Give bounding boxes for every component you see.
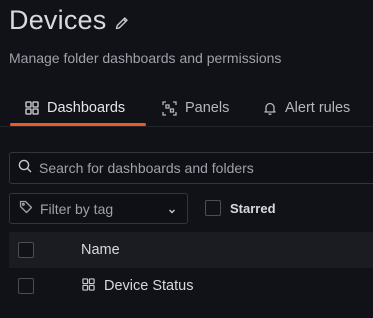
tab-panels[interactable]: Panels [162, 90, 229, 126]
tag-filter-placeholder: Filter by tag [40, 200, 114, 217]
tag-filter-select[interactable]: Filter by tag [9, 193, 188, 224]
page-header: Devices [9, 5, 130, 36]
page-title: Devices [9, 5, 107, 35]
tab-bar: Dashboards Panels Alert rules [0, 90, 373, 127]
bell-icon [263, 101, 277, 115]
table-row[interactable]: Device Status [9, 268, 373, 304]
search-icon [18, 159, 32, 178]
column-header-name[interactable]: Name [81, 242, 120, 258]
starred-filter[interactable]: Starred [205, 200, 276, 216]
select-all-checkbox[interactable] [18, 242, 34, 258]
pencil-icon[interactable] [114, 15, 130, 31]
chevron-down-icon [167, 203, 177, 219]
library-panel-icon [162, 100, 177, 116]
tab-label: Panels [185, 100, 230, 116]
dashboard-link[interactable]: Device Status [82, 277, 194, 295]
table-header: Name [9, 232, 373, 268]
apps-grid-icon [82, 277, 95, 295]
apps-grid-icon [25, 101, 39, 115]
search-input[interactable] [39, 160, 369, 176]
search-box[interactable] [9, 152, 373, 184]
starred-label: Starred [230, 200, 276, 216]
page-subtitle: Manage folder dashboards and permissions [9, 50, 282, 66]
tab-label: Dashboards [47, 100, 126, 116]
tab-dashboards[interactable]: Dashboards [25, 90, 125, 126]
active-tab-indicator [10, 123, 146, 126]
row-name-label: Device Status [104, 278, 194, 294]
tab-alert-rules[interactable]: Alert rules [263, 90, 350, 126]
starred-checkbox[interactable] [205, 200, 221, 216]
tag-icon [19, 200, 33, 217]
tab-label: Alert rules [285, 100, 351, 116]
row-checkbox[interactable] [18, 278, 34, 294]
